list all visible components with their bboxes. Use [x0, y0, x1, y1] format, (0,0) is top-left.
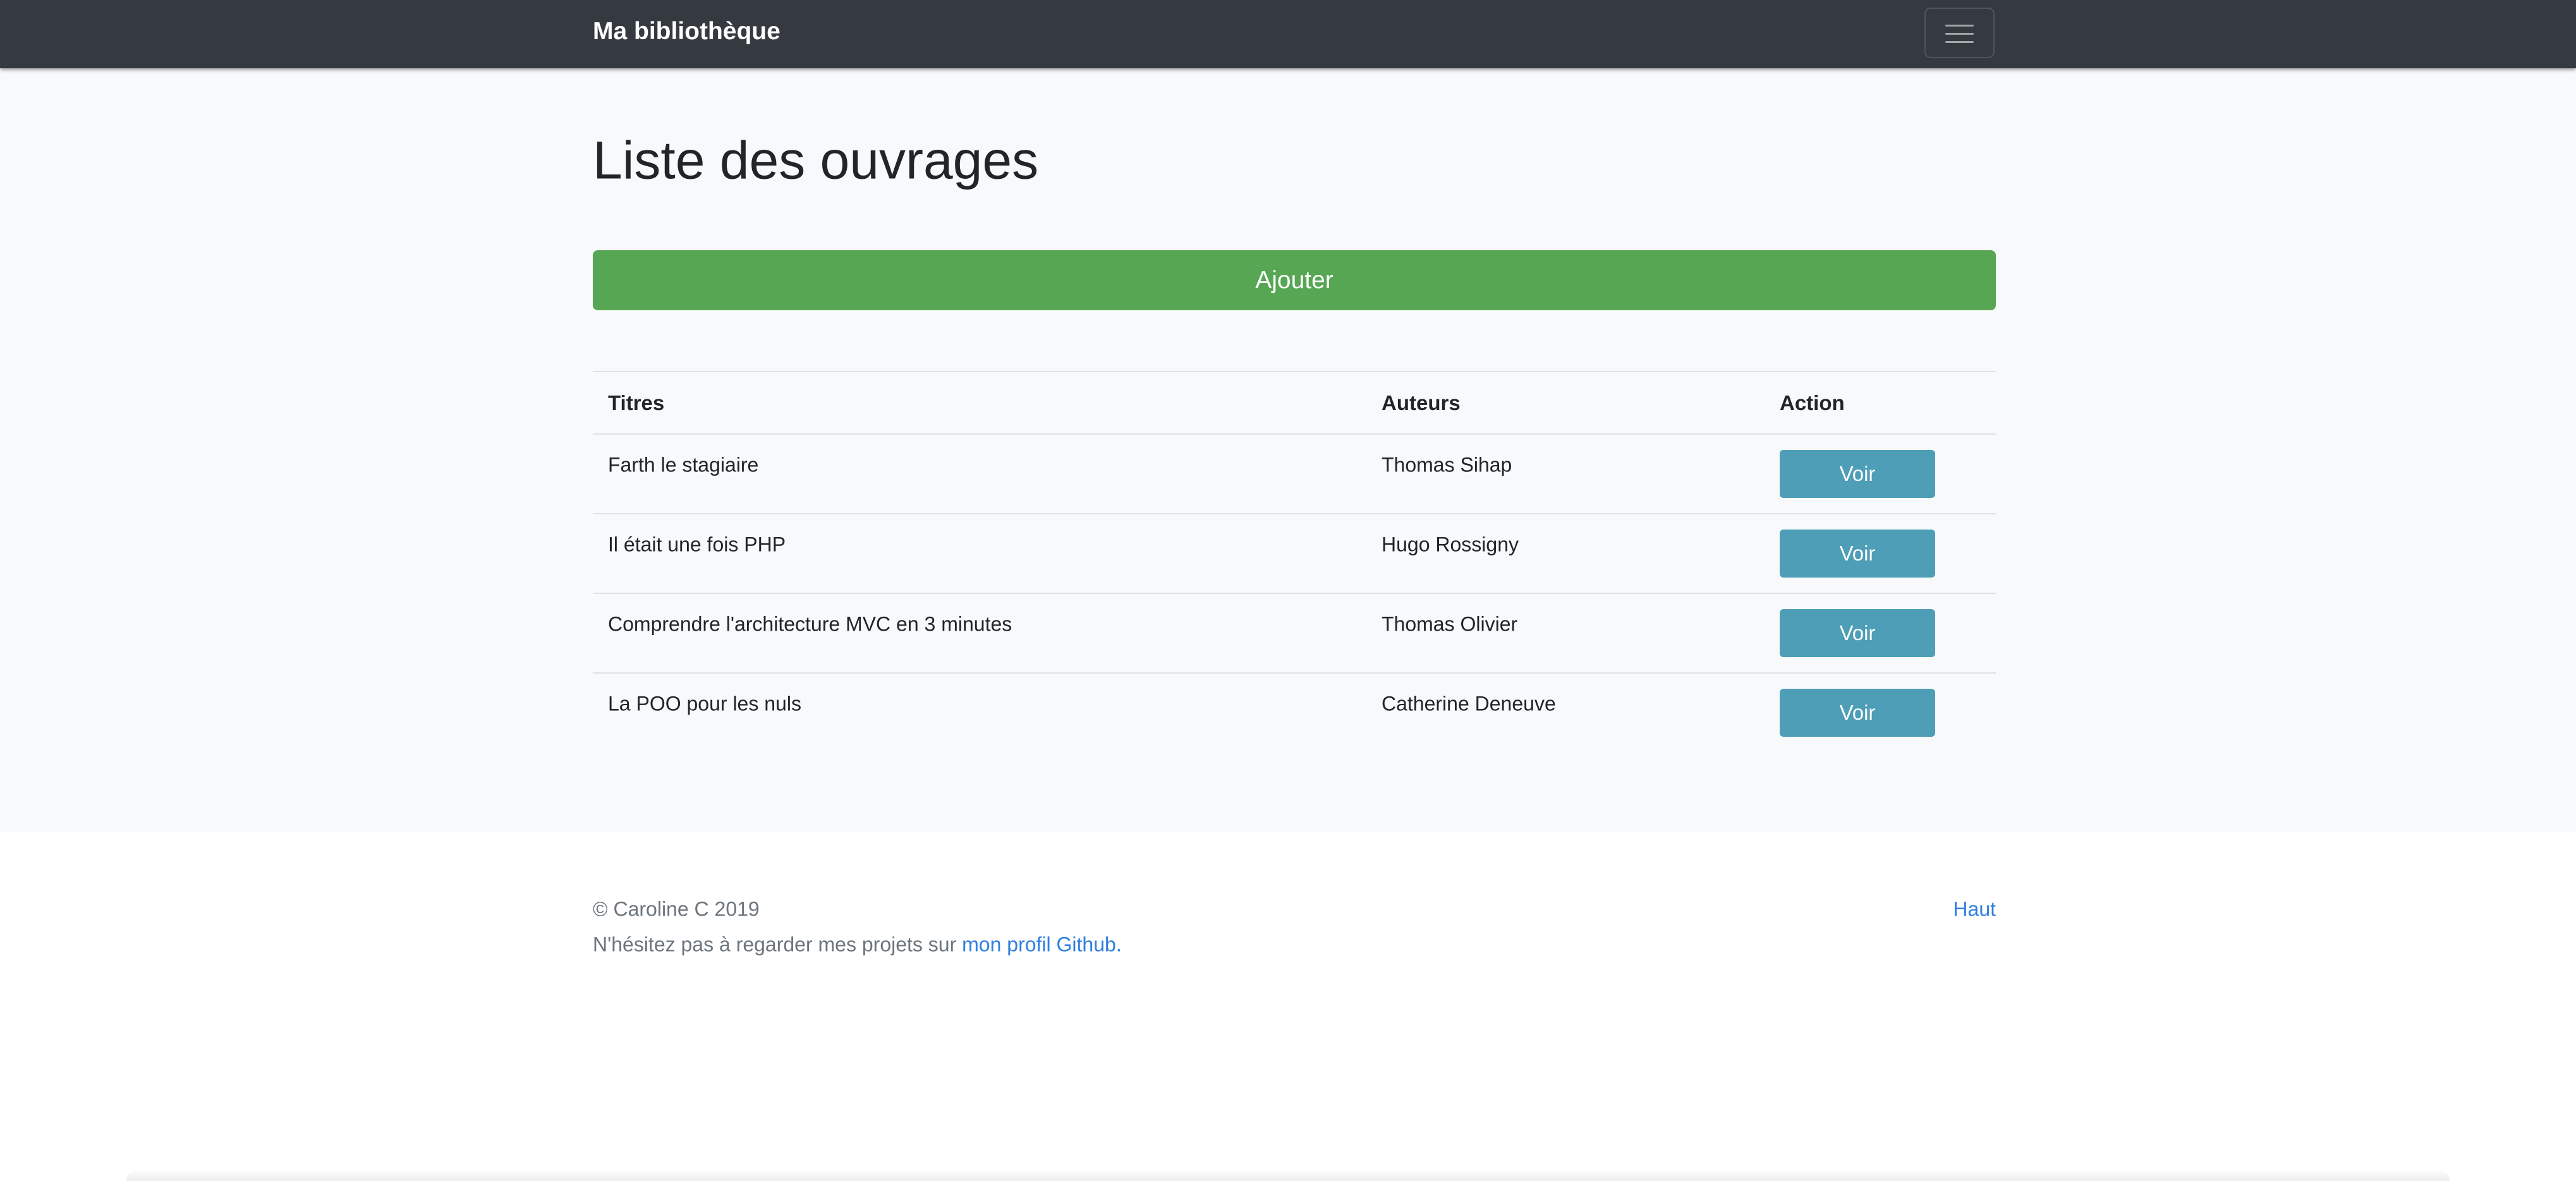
footer-message: N'hésitez pas à regarder mes projets sur… — [593, 933, 1122, 957]
menu-icon-line — [1945, 41, 1974, 43]
view-button[interactable]: Voir — [1780, 450, 1935, 498]
footer-message-text: N'hésitez pas à regarder mes projets sur — [593, 933, 963, 956]
book-title: Comprendre l'architecture MVC en 3 minut… — [608, 612, 1012, 636]
table-divider — [593, 593, 1996, 594]
back-to-top-link[interactable]: Haut — [1953, 898, 1996, 921]
book-author: Thomas Olivier — [1382, 612, 1518, 636]
page-title: Liste des ouvrages — [593, 130, 1039, 190]
book-title: Il était une fois PHP — [608, 533, 786, 556]
top-navbar: Ma bibliothèque — [0, 0, 2576, 68]
main-content — [0, 68, 2576, 832]
view-button[interactable]: Voir — [1780, 689, 1935, 737]
add-button[interactable]: Ajouter — [593, 250, 1996, 310]
table-divider — [593, 371, 1996, 372]
navbar-brand[interactable]: Ma bibliothèque — [593, 18, 781, 45]
book-title: La POO pour les nuls — [608, 692, 801, 715]
header-titles: Titres — [608, 391, 665, 415]
menu-icon-line — [1945, 25, 1974, 27]
book-author: Catherine Deneuve — [1382, 692, 1556, 715]
footer-copyright: © Caroline C 2019 — [593, 897, 760, 921]
table-divider — [593, 433, 1996, 435]
book-author: Thomas Sihap — [1382, 453, 1512, 476]
view-button[interactable]: Voir — [1780, 609, 1935, 657]
hamburger-menu-icon[interactable] — [1924, 8, 1995, 58]
book-title: Farth le stagiaire — [608, 453, 759, 476]
header-action: Action — [1780, 391, 1845, 415]
bottom-shadow — [126, 1169, 2450, 1181]
header-authors: Auteurs — [1382, 391, 1461, 415]
menu-icon-line — [1945, 33, 1974, 35]
table-divider — [593, 672, 1996, 674]
book-author: Hugo Rossigny — [1382, 533, 1519, 556]
table-divider — [593, 513, 1996, 514]
view-button[interactable]: Voir — [1780, 530, 1935, 578]
github-profile-link[interactable]: mon profil Github. — [962, 933, 1122, 956]
